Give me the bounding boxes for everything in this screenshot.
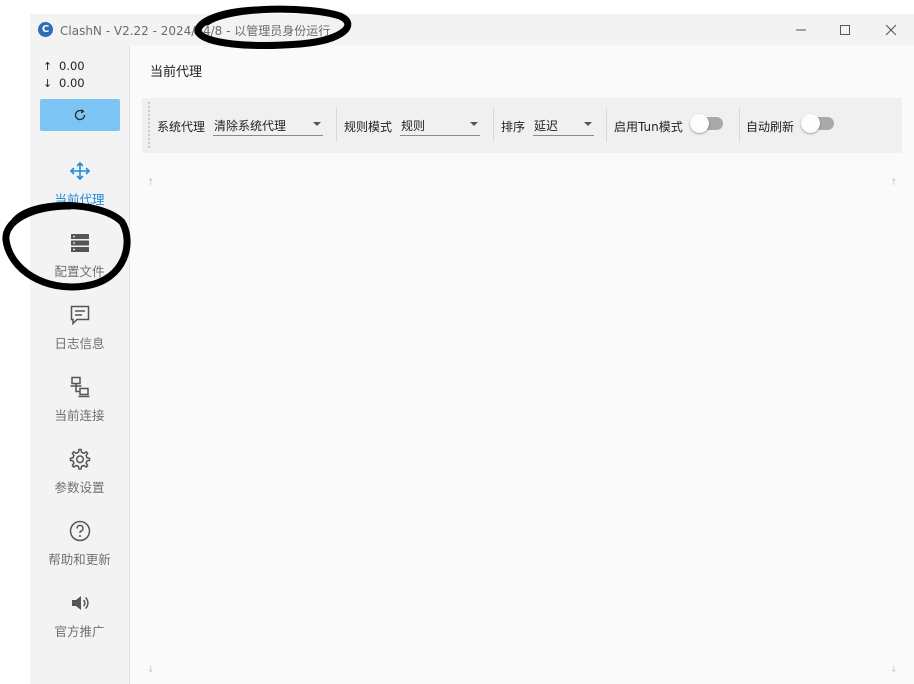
title-annotation-circle [194,5,352,49]
annotation-markup [2,5,352,291]
profile-annotation-circle [2,202,131,291]
